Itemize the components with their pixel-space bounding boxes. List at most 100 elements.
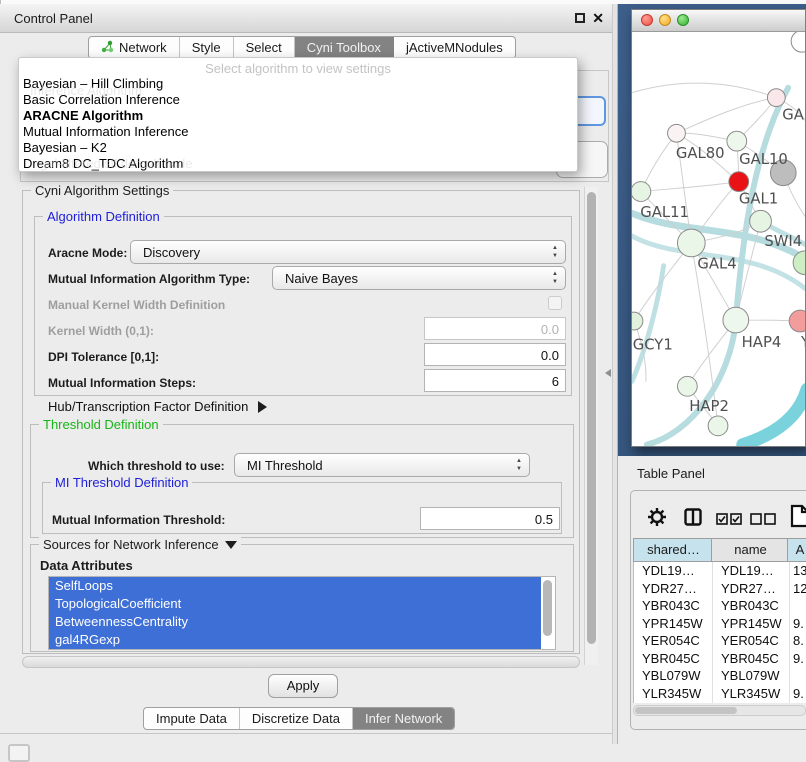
network-edge[interactable]: [632, 83, 776, 98]
table-cell[interactable]: YPR145W: [634, 615, 713, 633]
attributes-scrollbar-thumb[interactable]: [543, 580, 552, 636]
tab-impute-data[interactable]: Impute Data: [144, 708, 240, 729]
network-node-gal10[interactable]: [727, 131, 747, 151]
attribute-item-gal4rgexp[interactable]: gal4RGexp: [49, 631, 541, 649]
table-cell[interactable]: YDL19…: [634, 562, 713, 580]
select-all-columns-icon[interactable]: [716, 512, 742, 530]
table-cell[interactable]: 8.: [790, 632, 806, 650]
table-cell[interactable]: YBR045C: [634, 650, 713, 668]
table-cell[interactable]: YBR043C: [634, 597, 713, 615]
table-horizontal-scrollbar-thumb[interactable]: [635, 707, 737, 714]
table-cell[interactable]: 9.: [790, 650, 806, 668]
table-row[interactable]: YBR045CYBR045C9.: [634, 650, 806, 668]
table-row[interactable]: YDR27…YDR27…12: [634, 580, 806, 598]
close-panel-icon[interactable]: ✕: [592, 10, 604, 27]
algorithm-option-bayesian-k2[interactable]: Bayesian – K2: [19, 140, 577, 156]
gear-icon[interactable]: [646, 506, 668, 533]
network-node-gal4[interactable]: [677, 229, 705, 257]
network-node-hap2[interactable]: [677, 376, 697, 396]
tab-discretize-data[interactable]: Discretize Data: [240, 708, 353, 729]
network-node-swi4[interactable]: [750, 210, 772, 232]
settings-vertical-scrollbar[interactable]: [584, 187, 598, 665]
tab-select[interactable]: Select: [234, 37, 295, 58]
zoom-traffic-light-icon[interactable]: [677, 14, 689, 26]
table-row[interactable]: YDL19…YDL19…13: [634, 562, 806, 580]
mi-threshold-field[interactable]: 0.5: [420, 507, 560, 530]
network-node-gal[interactable]: [767, 89, 785, 107]
columns-icon[interactable]: [684, 508, 702, 531]
network-node-gal1[interactable]: [729, 172, 749, 192]
table-cell[interactable]: YBR045C: [713, 650, 790, 668]
table-row[interactable]: YBR043CYBR043C: [634, 597, 806, 615]
close-traffic-light-icon[interactable]: [641, 14, 653, 26]
data-attributes-list[interactable]: SelfLoopsTopologicalCoefficientBetweenne…: [48, 576, 556, 650]
table-cell[interactable]: [790, 667, 806, 685]
network-view-window[interactable]: GALGAL80GAL10GAL1GAL11SWI4GAL4GCY1HAP4YH…: [631, 9, 806, 447]
table-column-header-shared-[interactable]: shared…: [633, 538, 714, 562]
algorithm-option-mutual-information-inference[interactable]: Mutual Information Inference: [19, 124, 577, 140]
float-panel-icon[interactable]: [575, 13, 585, 23]
table-cell[interactable]: YDR27…: [713, 580, 790, 598]
file-icon[interactable]: [790, 504, 806, 533]
table-cell[interactable]: YBL079W: [713, 667, 790, 685]
table-row[interactable]: YPR145WYPR145W9.: [634, 615, 806, 633]
table-cell[interactable]: YER054C: [634, 632, 713, 650]
table-cell[interactable]: YPR145W: [713, 615, 790, 633]
table-cell[interactable]: 9.: [790, 685, 806, 703]
table-cell[interactable]: [790, 597, 806, 615]
network-window-titlebar[interactable]: [632, 10, 805, 32]
network-node-gal80[interactable]: [668, 124, 686, 142]
tab-jactivemnodules[interactable]: jActiveMNodules: [394, 37, 515, 58]
settings-horizontal-scrollbar[interactable]: [22, 656, 580, 668]
aracne-mode-combobox[interactable]: Discovery ▲▼: [130, 240, 566, 264]
minimized-window-icon[interactable]: [8, 744, 30, 762]
algorithm-option-aracne-algorithm[interactable]: ARACNE Algorithm: [19, 108, 577, 124]
table-cell[interactable]: YDL19…: [713, 562, 790, 580]
network-edge[interactable]: [641, 182, 739, 192]
table-cell[interactable]: YBR043C: [713, 597, 790, 615]
table-cell[interactable]: YLR345W: [634, 685, 713, 703]
table-horizontal-scrollbar[interactable]: [633, 705, 806, 716]
table-row[interactable]: YIL052CYIL052C9: [634, 702, 806, 703]
table-cell[interactable]: YDR27…: [634, 580, 713, 598]
apply-button[interactable]: Apply: [268, 674, 338, 698]
tab-infer-network[interactable]: Infer Network: [353, 708, 454, 729]
network-node-gcy1[interactable]: [632, 312, 643, 330]
kernel-width-field[interactable]: 0.0: [424, 317, 566, 340]
table-cell[interactable]: 9: [790, 702, 806, 703]
which-threshold-combobox[interactable]: MI Threshold ▲▼: [234, 453, 530, 477]
network-node[interactable]: [791, 32, 805, 52]
hub-definition-expander[interactable]: Hub/Transcription Factor Definition: [48, 399, 267, 414]
tab-cyni-toolbox[interactable]: Cyni Toolbox: [295, 37, 394, 58]
attribute-item-betweennesscentrality[interactable]: BetweennessCentrality: [49, 613, 541, 631]
table-cell[interactable]: YBL079W: [634, 667, 713, 685]
table-cell[interactable]: 13: [790, 562, 806, 580]
network-node-y[interactable]: [789, 310, 805, 332]
network-node[interactable]: [708, 416, 728, 436]
table-row[interactable]: YER054CYER054C8.: [634, 632, 806, 650]
tab-style[interactable]: Style: [180, 37, 234, 58]
tab-network[interactable]: Network: [89, 37, 180, 58]
table-column-header-name[interactable]: name: [711, 538, 790, 562]
table-cell[interactable]: YIL052C: [713, 702, 790, 703]
sources-legend[interactable]: Sources for Network Inference: [39, 537, 241, 552]
minimize-traffic-light-icon[interactable]: [659, 14, 671, 26]
table-cell[interactable]: YER054C: [713, 632, 790, 650]
mi-steps-field[interactable]: 6: [424, 369, 566, 392]
network-canvas[interactable]: GALGAL80GAL10GAL1GAL11SWI4GAL4GCY1HAP4YH…: [632, 32, 805, 446]
table-cell[interactable]: 9.: [790, 615, 806, 633]
attribute-item-topologicalcoefficient[interactable]: TopologicalCoefficient: [49, 595, 541, 613]
table-column-header-a[interactable]: A: [787, 538, 806, 562]
table-cell[interactable]: 12: [790, 580, 806, 598]
manual-kernel-width-checkbox[interactable]: [548, 296, 562, 310]
table-row[interactable]: YLR345WYLR345W9.: [634, 685, 806, 703]
attribute-item-selfloops[interactable]: SelfLoops: [49, 577, 541, 595]
table-cell[interactable]: YIL052C: [634, 702, 713, 703]
table-cell[interactable]: YLR345W: [713, 685, 790, 703]
network-node-gal11[interactable]: [632, 182, 651, 202]
split-pane-collapse-arrow[interactable]: [605, 369, 611, 377]
dpi-tolerance-field[interactable]: 0.0: [424, 343, 566, 366]
table-row[interactable]: YBL079WYBL079W: [634, 667, 806, 685]
network-edge[interactable]: [743, 389, 805, 444]
settings-vertical-scrollbar-thumb[interactable]: [587, 192, 596, 644]
